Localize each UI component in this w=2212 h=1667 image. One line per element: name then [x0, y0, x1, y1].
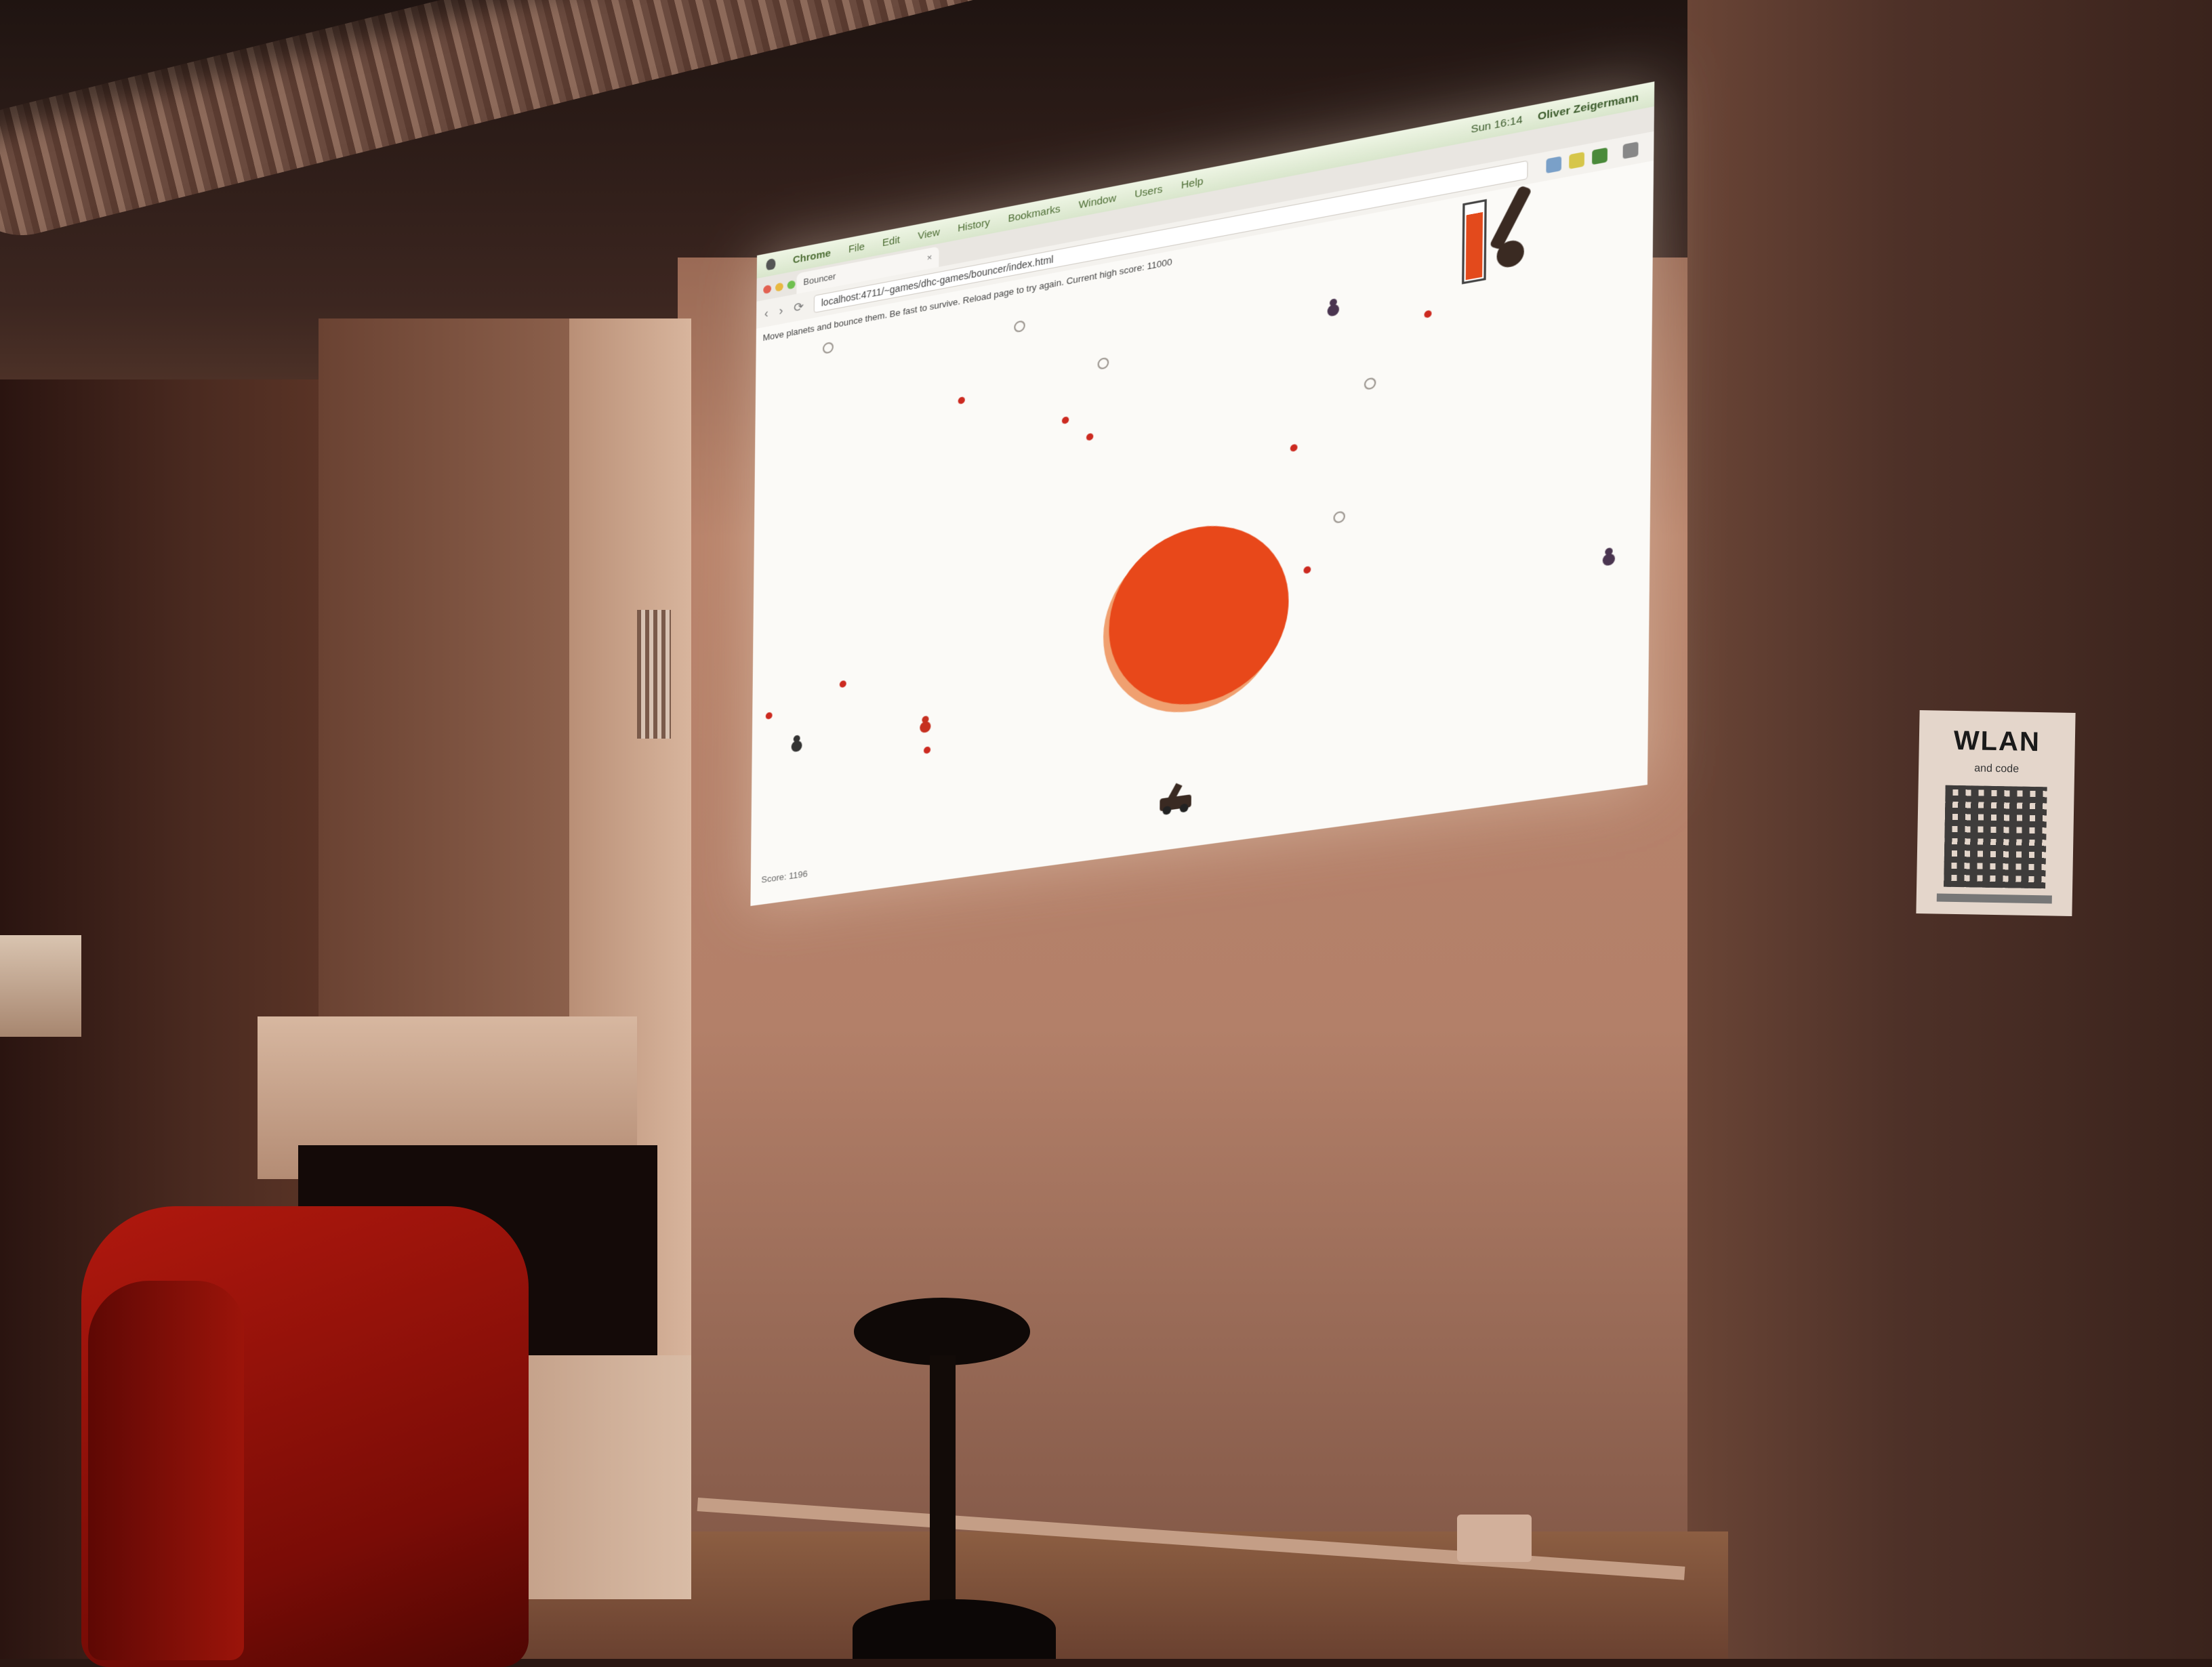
armchair-wing [88, 1281, 244, 1660]
score-text: Score: 1196 [761, 868, 808, 885]
menu-icon[interactable] [1622, 141, 1639, 159]
planet-ring[interactable] [1364, 377, 1376, 391]
minimize-window-icon[interactable] [775, 282, 783, 292]
qr-code-icon [1944, 785, 2047, 889]
red-particle [923, 746, 931, 754]
planet-ring[interactable] [1014, 320, 1025, 333]
red-particle [1290, 443, 1298, 453]
wlan-title: WLAN [1953, 725, 2041, 758]
poster-footer-line [1936, 893, 2052, 904]
menu-history[interactable]: History [958, 216, 990, 234]
planet-ring[interactable] [822, 341, 834, 354]
menu-users[interactable]: Users [1134, 183, 1162, 201]
red-particle [1086, 432, 1094, 441]
cannon-icon[interactable] [1157, 781, 1194, 816]
energy-meter [1462, 199, 1487, 285]
wall-vent [637, 610, 671, 739]
close-window-icon[interactable] [763, 284, 772, 295]
menu-edit[interactable]: Edit [882, 234, 900, 249]
extension-icon[interactable] [1592, 147, 1608, 165]
tab-title: Bouncer [803, 270, 836, 287]
stool-base [853, 1599, 1056, 1659]
red-particle [1061, 416, 1069, 425]
menu-app-name[interactable]: Chrome [793, 247, 831, 266]
stool-stem [930, 1355, 956, 1613]
bug-icon[interactable] [1595, 546, 1622, 572]
red-particle [839, 680, 846, 688]
bug-icon[interactable] [785, 734, 808, 758]
tab-close-icon[interactable]: × [927, 252, 933, 264]
extension-icon[interactable] [1546, 156, 1562, 174]
energy-meter-fill [1465, 211, 1483, 281]
pillar [319, 318, 590, 1023]
red-particle [1303, 565, 1311, 575]
bug-icon[interactable] [1321, 297, 1346, 323]
lamp-shade [0, 935, 81, 1037]
red-particle [1424, 310, 1432, 318]
bug-icon[interactable] [914, 714, 937, 739]
red-particle [958, 396, 965, 405]
menu-file[interactable]: File [848, 241, 865, 255]
wlan-subtitle: and code [1974, 762, 2020, 775]
room-scene: WLAN and code Chrome File Edit View Hist… [0, 0, 2212, 1667]
back-button[interactable]: ‹ [764, 306, 769, 321]
menu-window[interactable]: Window [1078, 192, 1116, 211]
reload-button[interactable]: ⟳ [794, 300, 804, 316]
apple-icon[interactable] [766, 258, 776, 271]
menu-help[interactable]: Help [1181, 175, 1204, 191]
planet-ring[interactable] [1333, 510, 1345, 524]
power-socket [1457, 1515, 1532, 1562]
menu-view[interactable]: View [918, 226, 940, 242]
planet-ring[interactable] [1097, 356, 1109, 371]
wlan-poster: WLAN and code [1916, 710, 2076, 916]
red-particle [765, 712, 773, 720]
forward-button[interactable]: › [779, 304, 783, 318]
extension-icon[interactable] [1569, 151, 1585, 169]
zoom-window-icon[interactable] [787, 280, 796, 290]
sun-planet[interactable] [1108, 512, 1290, 717]
clock-text[interactable]: Sun 16:14 [1471, 113, 1522, 136]
window-controls [763, 280, 796, 295]
